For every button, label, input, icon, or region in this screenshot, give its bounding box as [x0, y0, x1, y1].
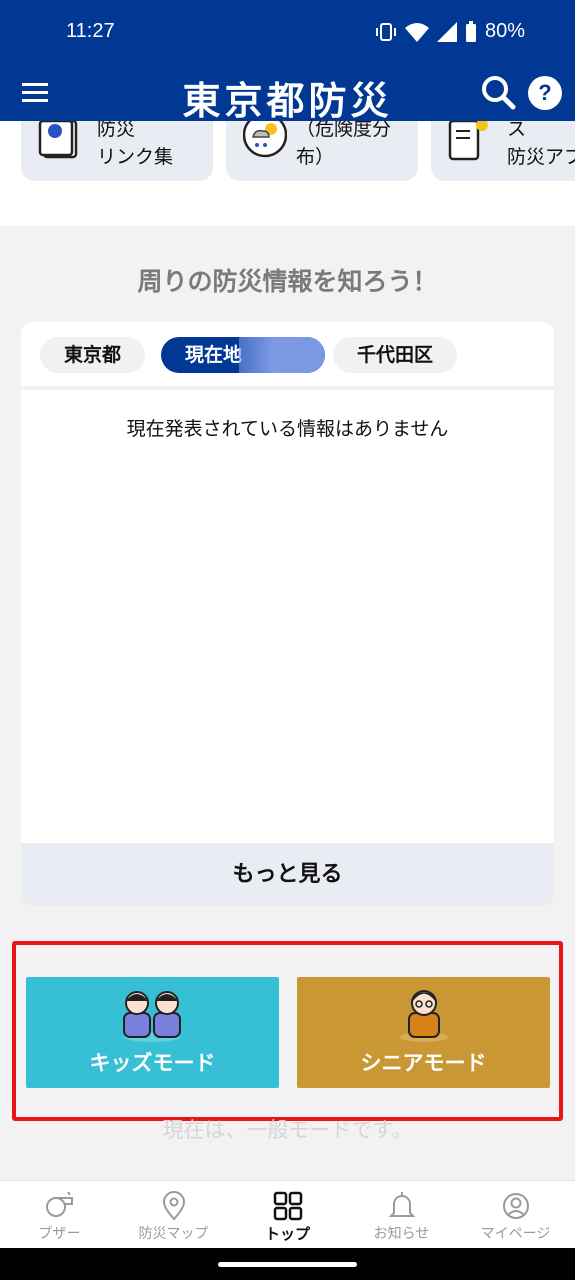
app-header: 11:27 80% 東京都防災 ?: [0, 0, 575, 123]
shortcut-label: （危険度分 布）: [296, 121, 392, 168]
tab-chiyoda[interactable]: 千代田区: [333, 337, 458, 373]
empty-message: 現在発表されている情報はありません: [126, 418, 449, 440]
tab-label: 現在地: [185, 344, 243, 366]
map-pin-icon: [162, 1191, 186, 1221]
grid-icon: [273, 1191, 303, 1221]
nav-item-top[interactable]: トップ: [230, 1181, 345, 1249]
shortcut-link-collection[interactable]: 防災 リンク集: [21, 121, 213, 181]
nav-label: マイページ: [480, 1226, 551, 1242]
battery-icon: [465, 20, 476, 42]
section-title: 周りの防災情報を知ろう！: [137, 267, 438, 296]
user-circle-icon: [503, 1193, 529, 1219]
kids-mode-button[interactable]: キッズモード: [26, 977, 279, 1088]
shortcut-disaster-app[interactable]: ス 防災アプ: [431, 121, 575, 181]
nav-item-notifications[interactable]: お知らせ: [344, 1181, 459, 1249]
smartphone-icon: [448, 121, 488, 161]
shortcut-risk-distribution[interactable]: （危険度分 布）: [226, 121, 418, 181]
kids-icon: [123, 991, 181, 1042]
battery-level: 80%: [484, 20, 525, 42]
whistle-icon: [46, 1191, 73, 1217]
nav-label: 防災マップ: [138, 1226, 209, 1242]
app-bar: 東京都防災 ?: [0, 64, 575, 123]
shortcut-label: ス 防災アプ: [507, 121, 575, 168]
kids-mode-label: キッズモード: [89, 1051, 216, 1075]
signal-icon: [436, 21, 457, 42]
search-icon[interactable]: [480, 74, 516, 110]
senior-mode-label: シニアモード: [360, 1051, 487, 1075]
status-icons: 80%: [375, 20, 525, 43]
gesture-handle[interactable]: [218, 1262, 357, 1267]
gesture-bar: [0, 1248, 575, 1280]
senior-icon: [400, 990, 448, 1042]
nav-label: ブザー: [38, 1226, 81, 1242]
current-mode-note: 現在は、一般モードです。: [162, 1118, 413, 1142]
bell-icon: [388, 1192, 416, 1217]
link-book-icon: [38, 121, 78, 159]
info-card: 東京都 現在地 千代田区 現在発表されている情報はありません もっと見る: [21, 322, 554, 906]
senior-mode-button[interactable]: シニアモード: [297, 977, 550, 1088]
status-bar: 11:27 80%: [0, 0, 575, 64]
shortcut-label: 防災 リンク集: [97, 121, 174, 168]
vibrate-icon: [375, 22, 396, 41]
tab-current-location[interactable]: 現在地: [161, 337, 325, 373]
divider: [21, 386, 554, 390]
help-icon[interactable]: ?: [528, 76, 562, 110]
wifi-icon: [404, 22, 429, 42]
tab-tokyo[interactable]: 東京都: [40, 337, 146, 373]
nav-item-map[interactable]: 防災マップ: [116, 1181, 231, 1249]
see-more-button[interactable]: もっと見る: [21, 843, 554, 906]
location-redaction: [239, 337, 325, 373]
nav-item-buzzer[interactable]: ブザー: [2, 1181, 117, 1249]
status-time: 11:27: [66, 20, 115, 42]
bottom-nav: ブザー 防災マップ トップ お知らせ マイページ: [0, 1180, 575, 1248]
weather-warning-icon: [243, 121, 287, 158]
nav-label: トップ: [264, 1225, 310, 1243]
nav-item-mypage[interactable]: マイページ: [458, 1181, 573, 1249]
nav-label: お知らせ: [373, 1226, 430, 1242]
